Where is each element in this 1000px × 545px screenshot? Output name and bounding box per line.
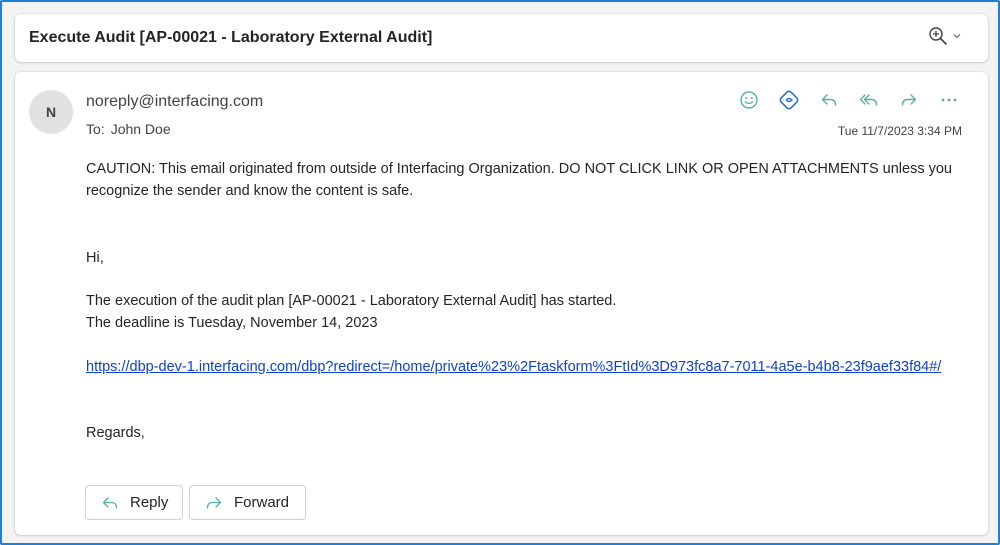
zoom-button[interactable] [928,26,962,46]
message-actions [734,88,964,112]
reply-button[interactable]: Reply [85,485,183,520]
window-frame: Execute Audit [AP-00021 - Laboratory Ext… [0,0,1000,545]
reply-action-button[interactable] [814,88,844,112]
deadline-text: The deadline is Tuesday, November 14, 20… [86,315,378,331]
forward-button[interactable]: Forward [189,485,306,520]
forward-action-button[interactable] [894,88,924,112]
more-actions-button[interactable] [934,88,964,112]
loop-button[interactable] [774,88,804,112]
message-timestamp: Tue 11/7/2023 3:34 PM [837,124,962,138]
forward-icon [899,90,919,110]
recipient-name[interactable]: John Doe [111,121,171,137]
sender-address[interactable]: noreply@interfacing.com [86,93,263,111]
reply-icon [819,90,839,110]
message-card: N noreply@interfacing.com To: John Doe T… [15,72,988,535]
task-link[interactable]: https://dbp-dev-1.interfacing.com/dbp?re… [86,356,956,378]
avatar: N [29,90,73,134]
zoom-in-icon [928,26,948,46]
signoff-text: Regards, [86,425,145,441]
more-icon [939,90,959,110]
to-label: To: [86,121,105,137]
reply-all-icon [858,90,880,110]
caution-banner-text: CAUTION: This email originated from outs… [86,161,952,199]
loop-icon [778,89,800,111]
emoji-button[interactable] [734,88,764,112]
greeting-text: Hi, [86,250,104,266]
forward-icon [204,493,224,513]
email-subject: Execute Audit [AP-00021 - Laboratory Ext… [29,29,433,46]
forward-label: Forward [234,494,290,511]
subject-header: Execute Audit [AP-00021 - Laboratory Ext… [15,14,988,62]
reply-icon [100,493,120,513]
execution-text: The execution of the audit plan [AP-0002… [86,293,617,309]
reply-bar: Reply Forward [85,485,306,520]
reply-all-button[interactable] [854,88,884,112]
chevron-down-icon [952,31,962,41]
reply-label: Reply [130,494,169,511]
recipient-row: To: John Doe [86,121,171,137]
emoji-icon [739,90,759,110]
